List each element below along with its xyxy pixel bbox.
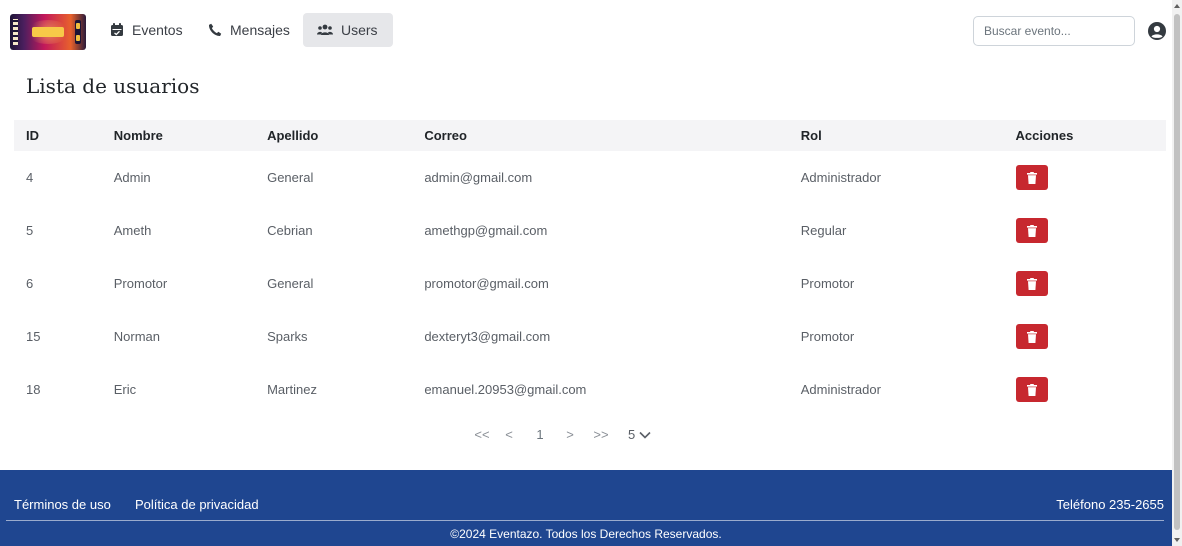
cell-correo: admin@gmail.com: [424, 170, 533, 185]
copyright-text: ©2024 Eventazo. Todos los Derechos Reser…: [450, 527, 722, 541]
phone-icon: [208, 23, 222, 37]
page-title: Lista de usuarios: [26, 74, 200, 98]
user-account-icon[interactable]: [1148, 22, 1166, 40]
trash-icon: [1026, 383, 1037, 396]
cell-correo: emanuel.20953@gmail.com: [424, 382, 587, 397]
cell-acciones: [1015, 151, 1167, 204]
cell-id: 5: [26, 223, 34, 238]
nav-item-mensajes[interactable]: Mensajes: [194, 13, 304, 47]
trash-icon: [1026, 171, 1037, 184]
column-header-apellido: Apellido: [267, 120, 425, 151]
cell-apellido: Cebrian: [267, 223, 313, 238]
delete-user-button[interactable]: [1015, 218, 1048, 243]
cell-acciones: [1015, 310, 1167, 363]
contact-phone: Teléfono 235-2655: [1056, 497, 1164, 512]
nav-item-label: Mensajes: [230, 22, 290, 38]
scroll-down-arrow[interactable]: [1174, 538, 1180, 542]
cell-correo: amethgp@gmail.com: [424, 223, 548, 238]
privacy-link[interactable]: Política de privacidad: [135, 497, 259, 512]
ticket-stub-right: [75, 20, 81, 44]
table-row: 18 Eric Martinez emanuel.20953@gmail.com…: [14, 363, 1166, 416]
last-page-button[interactable]: >>: [584, 427, 618, 442]
calendar-icon: [111, 23, 123, 36]
cell-correo: promotor@gmail.com: [424, 276, 549, 291]
delete-user-button[interactable]: [1015, 324, 1048, 349]
table-row: 5 Ameth Cebrian amethgp@gmail.com Regula…: [14, 204, 1166, 257]
cell-apellido: Martinez: [267, 382, 317, 397]
column-header-acciones: Acciones: [1015, 120, 1166, 151]
ticket-stub-left: [13, 19, 18, 45]
cell-nombre: Norman: [113, 329, 161, 344]
cell-id: 4: [26, 170, 34, 185]
nav-item-label: Eventos: [132, 22, 183, 38]
table-row: 15 Norman Sparks dexteryt3@gmail.com Pro…: [14, 310, 1166, 363]
users-table: ID Nombre Apellido Correo Rol Acciones 4…: [14, 120, 1166, 416]
cell-id: 18: [26, 382, 41, 397]
cell-rol: Administrador: [800, 382, 881, 397]
next-page-button[interactable]: >: [556, 427, 584, 442]
cell-apellido: Sparks: [267, 329, 308, 344]
first-page-button[interactable]: <<: [470, 427, 494, 442]
trash-icon: [1026, 224, 1037, 237]
cell-acciones: [1015, 204, 1167, 257]
cell-acciones: [1015, 363, 1167, 416]
table-row: 4 Admin General admin@gmail.com Administ…: [14, 151, 1166, 204]
cell-rol: Regular: [800, 223, 847, 238]
footer: Términos de uso Política de privacidad T…: [0, 470, 1172, 546]
navbar: Eventos Mensajes Users: [0, 0, 1172, 66]
nav-item-users[interactable]: Users: [303, 13, 393, 47]
cell-rol: Promotor: [800, 329, 855, 344]
current-page-number[interactable]: 1: [524, 427, 556, 442]
cell-rol: Administrador: [800, 170, 881, 185]
page-scrollbar[interactable]: [1172, 0, 1182, 546]
delete-user-button[interactable]: [1015, 165, 1048, 190]
page-size-select[interactable]: 5: [628, 427, 651, 442]
chevron-down-icon: [639, 431, 651, 439]
nav-item-eventos[interactable]: Eventos: [96, 13, 197, 47]
scroll-thumb[interactable]: [1174, 14, 1180, 530]
cell-correo: dexteryt3@gmail.com: [424, 329, 551, 344]
cell-nombre: Promotor: [113, 276, 168, 291]
cell-rol: Promotor: [800, 276, 855, 291]
terms-link[interactable]: Términos de uso: [14, 497, 111, 512]
pagination: << < 1 > >> 5: [470, 427, 651, 442]
column-header-rol: Rol: [800, 120, 1016, 151]
prev-page-button[interactable]: <: [494, 427, 524, 442]
column-header-correo: Correo: [424, 120, 801, 151]
table-row: 6 Promotor General promotor@gmail.com Pr…: [14, 257, 1166, 310]
delete-user-button[interactable]: [1015, 271, 1048, 296]
page-size-value: 5: [628, 427, 636, 442]
cell-apellido: General: [267, 276, 314, 291]
cell-acciones: [1015, 257, 1167, 310]
delete-user-button[interactable]: [1015, 377, 1048, 402]
footer-divider: [6, 520, 1164, 521]
table-header-row: ID Nombre Apellido Correo Rol Acciones: [14, 120, 1166, 151]
eventazo-logo[interactable]: [10, 14, 86, 50]
trash-icon: [1026, 277, 1037, 290]
column-header-nombre: Nombre: [113, 120, 268, 151]
nav-item-label: Users: [341, 22, 378, 38]
logo-badge: [32, 27, 64, 37]
search-input[interactable]: [973, 16, 1135, 46]
cell-id: 15: [26, 329, 41, 344]
trash-icon: [1026, 330, 1037, 343]
cell-apellido: General: [267, 170, 314, 185]
cell-nombre: Eric: [113, 382, 137, 397]
scroll-up-arrow[interactable]: [1174, 4, 1180, 8]
cell-nombre: Admin: [113, 170, 151, 185]
column-header-id: ID: [14, 120, 114, 151]
users-icon: [317, 24, 333, 35]
cell-id: 6: [26, 276, 34, 291]
cell-nombre: Ameth: [113, 223, 152, 238]
